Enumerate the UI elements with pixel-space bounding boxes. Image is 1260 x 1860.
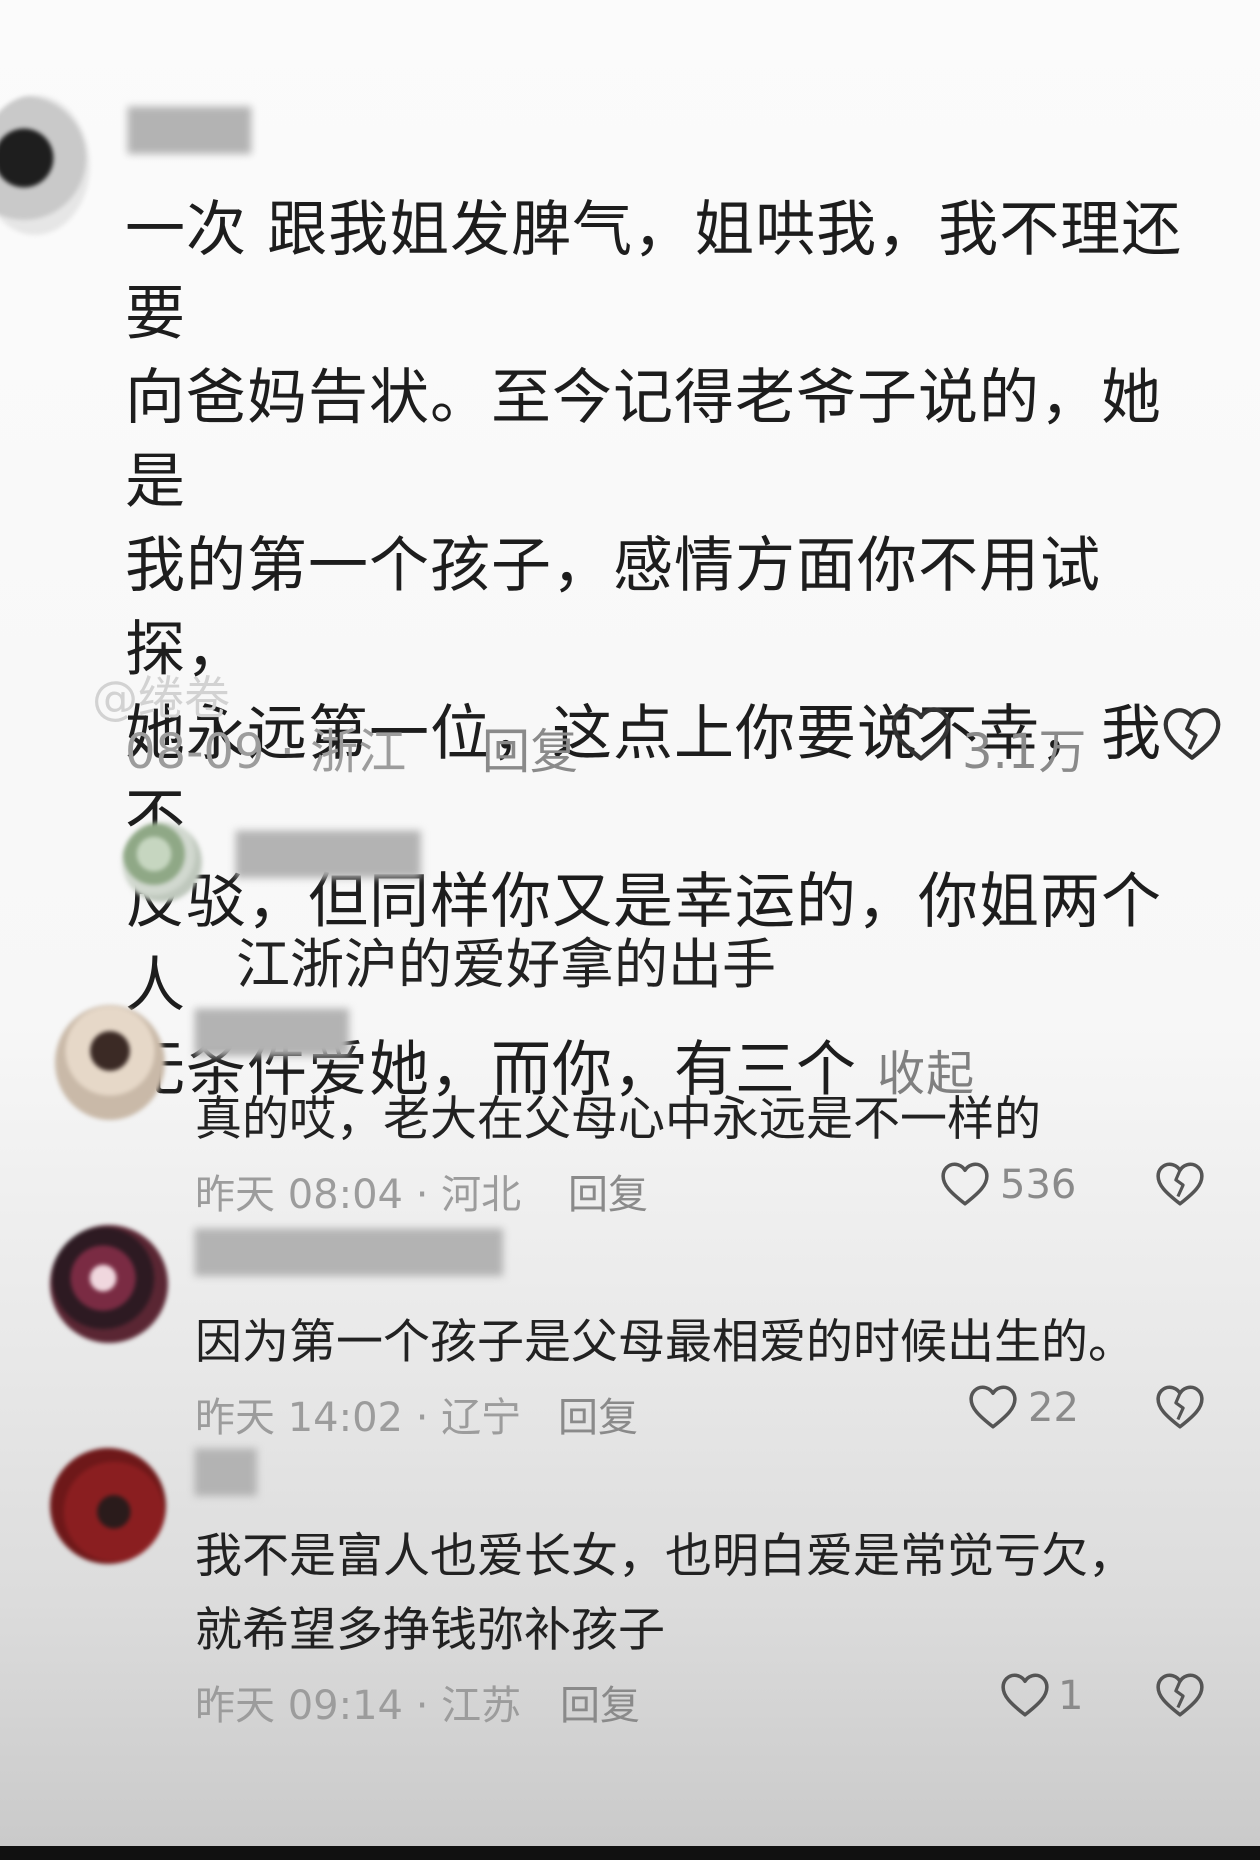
reply-text: 我不是富人也爱长女，也明白爱是常觉亏欠， 就希望多挣钱弥补孩子	[195, 1529, 1135, 1658]
reply-text: 真的哎，老大在父母心中永远是不一样的	[195, 1092, 1041, 1147]
avatar[interactable]	[50, 1225, 168, 1343]
avatar[interactable]	[55, 1005, 165, 1120]
like-count: 3.1万	[962, 724, 1087, 780]
heart-outline-icon[interactable]	[940, 1160, 990, 1208]
username-blurred[interactable]: ██	[195, 1450, 257, 1496]
avatar[interactable]	[50, 1448, 166, 1564]
username-blurred[interactable]: ████	[128, 108, 251, 154]
comment-meta: 昨天 08:04 · 河北	[195, 1172, 522, 1218]
reply-text: 因为第一个孩子是父母最相爱的时候出生的。	[195, 1315, 1135, 1370]
heart-outline-icon[interactable]	[968, 1383, 1018, 1431]
like-count: 536	[1000, 1162, 1077, 1208]
broken-heart-icon[interactable]	[1155, 1160, 1205, 1208]
reply-text: 江浙沪的爱好拿的出手	[236, 933, 776, 996]
username-blurred[interactable]: ██████████	[195, 1230, 503, 1276]
reply-button[interactable]: 回复	[560, 1673, 640, 1731]
comment-meta: 昨天 14:02 · 辽宁	[195, 1395, 522, 1441]
avatar[interactable]	[122, 822, 202, 902]
reply-button[interactable]: 回复	[568, 1162, 648, 1220]
comment-meta: 昨天 09:14 · 江苏	[195, 1683, 522, 1729]
username-blurred[interactable]: █████	[195, 1010, 349, 1056]
like-count: 22	[1028, 1385, 1079, 1431]
broken-heart-icon[interactable]	[1162, 705, 1222, 763]
avatar[interactable]	[0, 95, 90, 235]
broken-heart-icon[interactable]	[1155, 1383, 1205, 1431]
reply-button[interactable]: 回复	[558, 1385, 638, 1443]
heart-outline-icon[interactable]	[1000, 1671, 1050, 1719]
reply-button[interactable]: 回复	[482, 712, 578, 782]
broken-heart-icon[interactable]	[1155, 1671, 1205, 1719]
username-blurred[interactable]: ██████	[236, 832, 421, 878]
like-count: 1	[1058, 1673, 1084, 1719]
bottom-edge-bar	[0, 1846, 1260, 1860]
comment-meta: 08-09 · 浙江	[125, 724, 407, 780]
heart-outline-icon[interactable]	[890, 705, 952, 763]
